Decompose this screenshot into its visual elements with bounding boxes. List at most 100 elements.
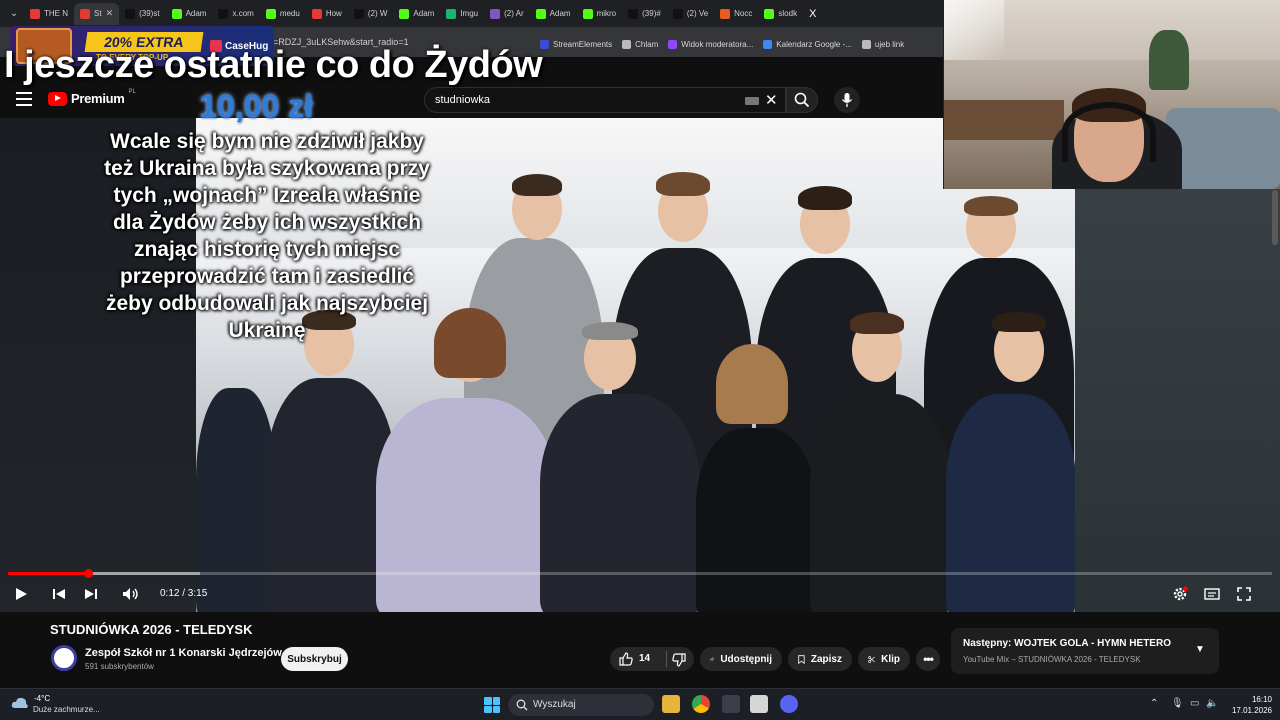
browser-tab[interactable]: slodk <box>758 3 803 25</box>
search-input[interactable]: studniowka ✕ <box>424 87 786 113</box>
video-blur-right <box>1075 118 1280 612</box>
tab-favicon-icon <box>628 8 639 19</box>
speaker-icon[interactable]: 🔈 <box>1206 698 1218 709</box>
person-hair <box>512 174 562 196</box>
tab-label: THE N <box>44 9 68 18</box>
channel-avatar[interactable] <box>51 645 77 671</box>
chevron-up-icon[interactable]: ⌃ <box>1150 698 1158 709</box>
tab-favicon-icon <box>582 8 593 19</box>
browser-tab[interactable]: medu <box>260 3 306 25</box>
fullscreen-button[interactable] <box>1234 584 1254 604</box>
chevron-down-icon[interactable]: ▼ <box>1195 644 1205 655</box>
chrome-icon[interactable] <box>692 695 710 713</box>
tab-favicon-icon <box>311 8 322 19</box>
scrubber-handle[interactable] <box>84 569 93 578</box>
bookmark-item[interactable]: Kalendarz Google -... <box>763 39 852 49</box>
browser-tab[interactable]: (39)# <box>622 3 667 25</box>
person-figure <box>376 398 556 612</box>
scissors-icon <box>868 655 875 663</box>
browser-tab[interactable]: St ✕ <box>74 2 120 25</box>
file-explorer-icon[interactable] <box>662 695 680 713</box>
channel-name[interactable]: Zespół Szkół nr 1 Konarski Jędrzejów <box>85 647 282 659</box>
browser-tab[interactable]: (2) W <box>348 3 394 25</box>
clip-button[interactable]: Klip <box>858 647 910 671</box>
youtube-logo[interactable]: Premium PL <box>48 88 136 106</box>
save-button[interactable]: Zapisz <box>788 647 852 671</box>
floor <box>944 100 1064 140</box>
voice-search-button[interactable] <box>834 87 860 113</box>
tab-favicon-icon <box>30 8 40 19</box>
volume-button[interactable] <box>121 584 141 604</box>
browser-tab[interactable]: THE N <box>24 3 74 25</box>
tab-favicon-icon <box>764 8 775 19</box>
taskbar-clock[interactable]: 16:10 17.01.2026 <box>1226 694 1272 716</box>
region-label: PL <box>128 88 136 95</box>
tab-label: (39)st <box>139 9 160 18</box>
youtube-header: Premium PL studniowka ✕ <box>0 82 943 118</box>
bookmark-item[interactable]: StreamElements <box>540 39 613 49</box>
previous-button[interactable] <box>50 584 68 604</box>
like-icon[interactable] <box>619 652 633 666</box>
dislike-icon[interactable] <box>672 653 686 667</box>
settings-button[interactable] <box>1170 584 1190 604</box>
tab-search-chevron-icon[interactable]: ⌄ <box>4 4 24 24</box>
subscriber-count: 591 subskrybentów <box>85 662 154 671</box>
browser-tab[interactable]: mikro <box>577 3 623 25</box>
next-button[interactable] <box>82 584 100 604</box>
browser-tab[interactable]: Nocc <box>714 3 758 25</box>
browser-tab[interactable]: (2) Ve <box>667 3 714 25</box>
tab-favicon-icon <box>218 8 229 19</box>
menu-icon[interactable] <box>16 92 32 106</box>
weather-description[interactable]: Duże zachmurze... <box>33 705 100 714</box>
person-figure <box>696 428 816 612</box>
person-hair <box>992 312 1046 332</box>
next-up-card[interactable]: Następny: WOJTEK GOLA - HYMN HETERO YouT… <box>951 628 1219 674</box>
windows-start-icon[interactable] <box>484 697 500 713</box>
browser-tab[interactable]: Adam <box>393 3 440 25</box>
clock-date: 17.01.2026 <box>1231 706 1272 715</box>
bookmark-label: StreamElements <box>553 39 613 49</box>
subscribe-button[interactable]: Subskrybuj <box>281 647 348 671</box>
bookmark-item[interactable]: Chlam <box>622 39 658 49</box>
network-icon[interactable]: ▭ <box>1190 698 1199 709</box>
browser-tab[interactable]: (2) Ar <box>484 3 530 25</box>
app-icon[interactable] <box>750 695 768 713</box>
browser-tab[interactable]: Adam <box>166 3 213 25</box>
couch <box>1166 108 1280 189</box>
clear-icon[interactable]: ✕ <box>765 91 778 109</box>
progress-bar[interactable] <box>8 572 1272 575</box>
tab-favicon-icon <box>446 8 457 19</box>
app-icon[interactable] <box>722 695 740 713</box>
taskbar-search[interactable]: Wyszukaj <box>508 694 654 716</box>
bookmark-item[interactable]: ujeb link <box>861 39 904 49</box>
close-tab-icon[interactable]: ✕ <box>106 8 114 19</box>
tab-label: (2) Ar <box>504 9 524 18</box>
keyboard-icon[interactable] <box>745 97 759 105</box>
discord-icon[interactable] <box>780 695 798 713</box>
share-label: Udostępnij <box>720 653 772 665</box>
search-button[interactable] <box>786 87 818 113</box>
weather-temperature[interactable]: -4°C <box>34 694 50 703</box>
tab-label: (2) W <box>367 9 388 18</box>
browser-tab[interactable]: How <box>306 3 348 25</box>
tab-label: (2) Ve <box>686 9 709 18</box>
like-count: 14 <box>639 653 651 664</box>
next-up-title: Następny: WOJTEK GOLA - HYMN HETERO <box>963 638 1171 649</box>
tab-label: x.com <box>232 9 254 18</box>
tab-label: Adam <box>549 9 571 18</box>
plant <box>1149 30 1189 90</box>
browser-tab[interactable]: (39)st <box>119 3 165 25</box>
play-button[interactable] <box>12 584 30 604</box>
microphone-icon[interactable]: 🎙 <box>1171 698 1184 709</box>
browser-tab[interactable]: Imgu <box>440 3 484 25</box>
bookmark-item[interactable]: Widok moderatora... <box>668 39 753 49</box>
tab-x[interactable]: X <box>803 3 822 25</box>
page-scrollbar[interactable] <box>1272 190 1278 245</box>
person-figure <box>946 394 1075 612</box>
more-actions-button[interactable]: ••• <box>916 647 940 671</box>
theater-mode-button[interactable] <box>1202 584 1222 604</box>
windows-taskbar: -4°C Duże zachmurze... Wyszukaj ⌃ 🎙 ▭ 🔈 … <box>0 688 1280 720</box>
browser-tab[interactable]: Adam <box>530 3 577 25</box>
share-button[interactable]: Udostępnij <box>700 647 782 671</box>
browser-tab[interactable]: x.com <box>212 3 259 25</box>
